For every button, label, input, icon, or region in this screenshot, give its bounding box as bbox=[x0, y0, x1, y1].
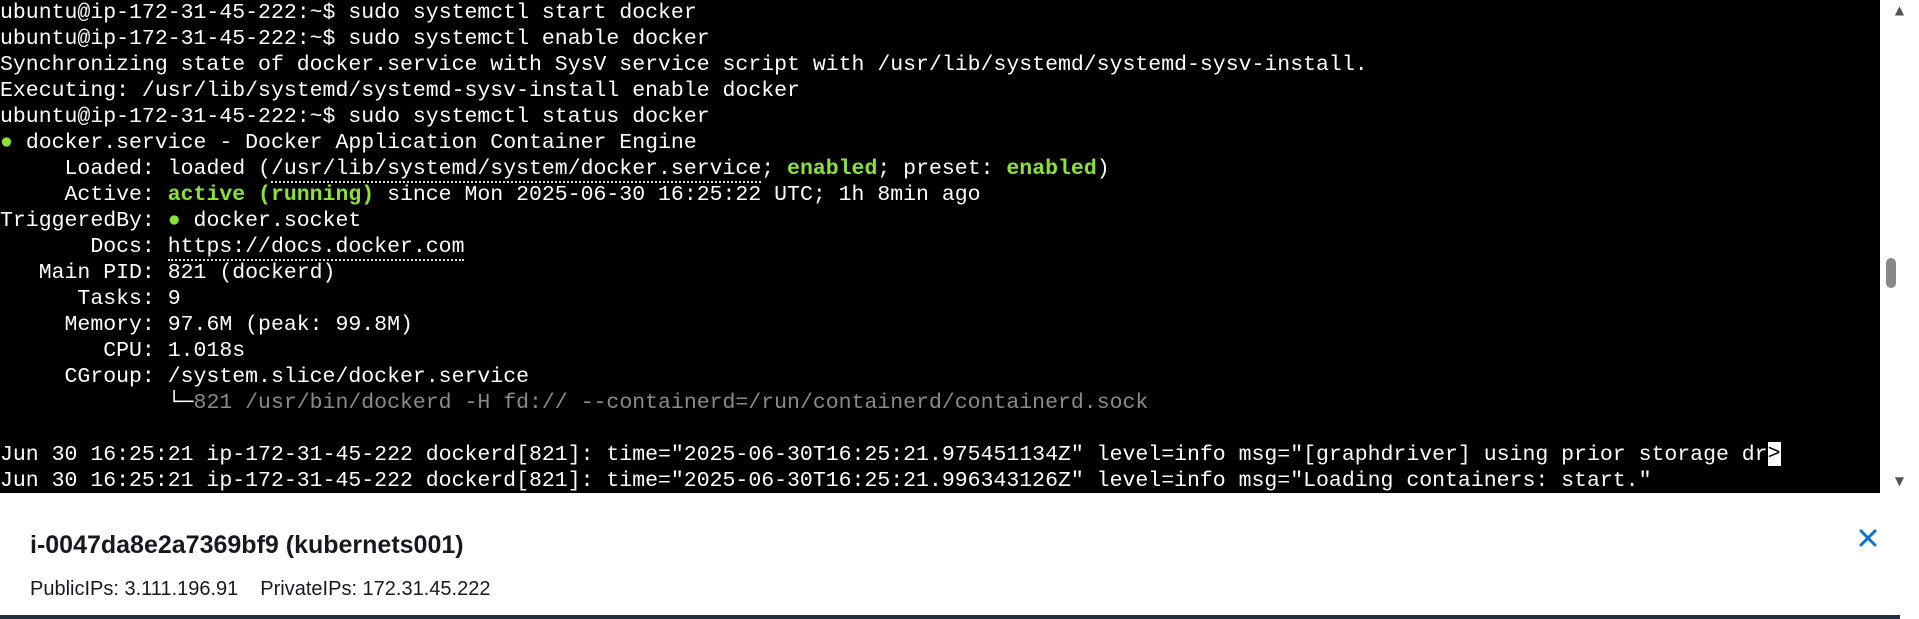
enabled-state: enabled bbox=[787, 157, 878, 181]
cgroup-process: 821 /usr/bin/dockerd -H fd:// --containe… bbox=[193, 391, 1149, 415]
log-text: Jun 30 16:25:21 ip-172-31-45-222 dockerd… bbox=[0, 443, 1768, 467]
shell-prompt: ubuntu@ip-172-31-45-222:~$ bbox=[0, 1, 336, 25]
public-ip: PublicIPs: 3.111.196.91 bbox=[30, 578, 239, 600]
docs-line: Docs: https://docs.docker.com bbox=[0, 234, 1880, 261]
command-text: sudo systemctl enable docker bbox=[348, 27, 710, 51]
shell-prompt: ubuntu@ip-172-31-45-222:~$ bbox=[0, 105, 336, 129]
triggered-value: docker.socket bbox=[193, 209, 362, 233]
tasks-value: 9 bbox=[167, 287, 181, 311]
service-name: docker.service - Docker Application Cont… bbox=[25, 131, 697, 155]
log-line: Jun 30 16:25:21 ip-172-31-45-222 dockerd… bbox=[0, 469, 1652, 493]
private-ip: PrivateIPs: 172.31.45.222 bbox=[260, 578, 491, 600]
active-label: Active: bbox=[0, 183, 168, 207]
scroll-down-arrow-icon[interactable]: ▼ bbox=[1880, 471, 1919, 491]
command-text: sudo systemctl start docker bbox=[348, 1, 697, 25]
line-truncated-indicator: > bbox=[1767, 442, 1781, 466]
terminal-line: Executing: /usr/lib/systemd/systemd-sysv… bbox=[0, 79, 800, 103]
ip-address-row: PublicIPs: 3.111.196.91 PrivateIPs: 172.3… bbox=[30, 578, 490, 601]
cgroup-line: CGroup: /system.slice/docker.service bbox=[0, 364, 1880, 390]
close-button[interactable] bbox=[1852, 522, 1884, 554]
terminal-line: Synchronizing state of docker.service wi… bbox=[0, 53, 1368, 77]
memory-label: Memory: bbox=[0, 313, 168, 337]
terminal-output: ubuntu@ip-172-31-45-222:~$ sudo systemct… bbox=[0, 0, 1880, 493]
command-text: sudo systemctl status docker bbox=[348, 105, 710, 129]
pid-line: Main PID: 821 (dockerd) bbox=[0, 260, 1880, 286]
triggered-by-line: TriggeredBy: ● docker.socket bbox=[0, 208, 1880, 234]
cgroup-process-line: └─821 /usr/bin/dockerd -H fd:// --contai… bbox=[0, 390, 1880, 416]
active-since: since Mon 2025-06-30 16:25:22 UTC; 1h 8m… bbox=[374, 183, 981, 207]
instance-title: i-0047da8e2a7369bf9 (kubernets001) bbox=[30, 531, 464, 559]
separator-text: ) bbox=[1096, 157, 1110, 181]
docs-label: Docs: bbox=[0, 235, 168, 259]
triggered-label: TriggeredBy: bbox=[0, 209, 168, 233]
tasks-label: Tasks: bbox=[0, 287, 168, 311]
terminal-window[interactable]: ubuntu@ip-172-31-45-222:~$ sudo systemct… bbox=[0, 0, 1880, 493]
memory-line: Memory: 97.6M (peak: 99.8M) bbox=[0, 312, 1880, 338]
docs-link[interactable]: https://docs.docker.com bbox=[167, 235, 465, 261]
cpu-value: 1.018s bbox=[167, 339, 246, 363]
memory-value: 97.6M (peak: 99.8M) bbox=[167, 313, 413, 337]
service-status-line: ● docker.service - Docker Application Co… bbox=[0, 130, 1880, 156]
cpu-line: CPU: 1.018s bbox=[0, 338, 1880, 364]
scrollbar-thumb[interactable] bbox=[1886, 258, 1896, 288]
terminal-line: ubuntu@ip-172-31-45-222:~$ sudo systemct… bbox=[0, 0, 1880, 26]
status-dot-icon: ● bbox=[0, 131, 13, 155]
log-line: Jun 30 16:25:21 ip-172-31-45-222 dockerd… bbox=[0, 442, 1880, 468]
terminal-scrollbar[interactable]: ▲ ▼ bbox=[1880, 0, 1919, 493]
socket-dot-icon: ● bbox=[167, 209, 181, 233]
close-icon bbox=[1859, 529, 1877, 547]
loaded-value: loaded ( bbox=[167, 157, 271, 181]
tree-branch-icon: └─ bbox=[0, 391, 194, 415]
loaded-line: Loaded: loaded (/usr/lib/systemd/system/… bbox=[0, 156, 1880, 183]
terminal-line: ubuntu@ip-172-31-45-222:~$ sudo systemct… bbox=[0, 104, 1880, 130]
active-state: active (running) bbox=[167, 183, 375, 207]
loaded-label: Loaded: bbox=[0, 157, 168, 181]
terminal-line: ubuntu@ip-172-31-45-222:~$ sudo systemct… bbox=[0, 26, 1880, 52]
pid-value: 821 (dockerd) bbox=[167, 261, 336, 285]
separator-text: ; bbox=[761, 157, 788, 181]
cgroup-label: CGroup: bbox=[0, 365, 168, 389]
cgroup-value: /system.slice/docker.service bbox=[167, 365, 529, 389]
pid-label: Main PID: bbox=[0, 261, 168, 285]
cpu-label: CPU: bbox=[0, 339, 168, 363]
preset-label: ; preset: bbox=[877, 157, 1007, 181]
tasks-line: Tasks: 9 bbox=[0, 286, 1880, 312]
preset-state: enabled bbox=[1006, 157, 1097, 181]
instance-info-panel: i-0047da8e2a7369bf9 (kubernets001) Publi… bbox=[0, 493, 1900, 619]
scroll-up-arrow-icon[interactable]: ▲ bbox=[1880, 0, 1919, 20]
active-line: Active: active (running) since Mon 2025-… bbox=[0, 182, 1880, 208]
unit-file-path[interactable]: /usr/lib/systemd/system/docker.service bbox=[270, 157, 762, 183]
shell-prompt: ubuntu@ip-172-31-45-222:~$ bbox=[0, 27, 336, 51]
